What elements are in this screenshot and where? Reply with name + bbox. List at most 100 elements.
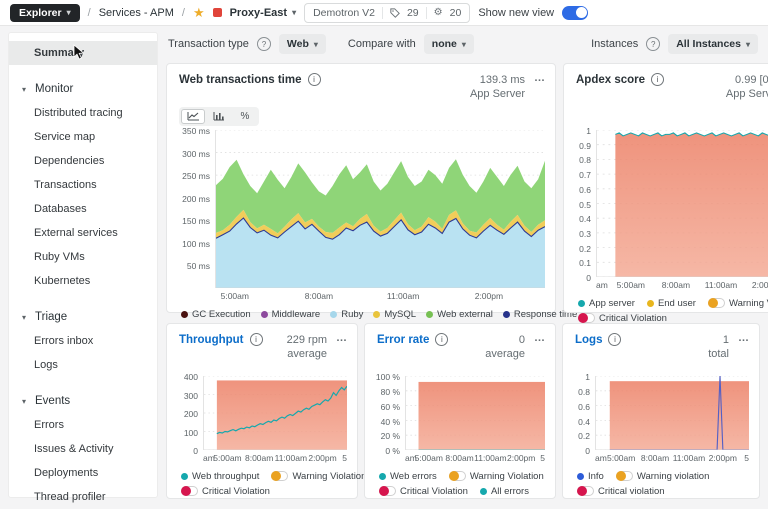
transaction-type-dropdown[interactable]: Web ▾ bbox=[279, 34, 326, 54]
sidebar-item-distributed-tracing[interactable]: Distributed tracing bbox=[9, 101, 157, 125]
legend-item[interactable]: Warning Violation bbox=[449, 471, 544, 482]
legend-item[interactable]: Warning violation bbox=[616, 471, 710, 482]
sidebar-item-ruby-vms[interactable]: Ruby VMs bbox=[9, 245, 157, 269]
help-icon[interactable]: ? bbox=[257, 37, 271, 51]
legend-item[interactable]: Web throughput bbox=[181, 471, 259, 482]
sidebar-item-summary[interactable]: Summary bbox=[9, 41, 157, 65]
sidebar-section-triage[interactable]: ▾ Triage bbox=[9, 305, 157, 329]
summary-value: 229 rpm bbox=[287, 333, 327, 347]
entity-name-dropdown[interactable]: Proxy-East ▾ bbox=[230, 7, 297, 19]
panel-menu-button[interactable]: … bbox=[738, 333, 749, 344]
x-tick: 11:00am bbox=[673, 453, 705, 463]
help-icon[interactable]: ? bbox=[646, 37, 660, 51]
chart-legend: Info Warning violation Critical violatio… bbox=[563, 464, 759, 497]
panel-title-link[interactable]: Throughput i bbox=[179, 333, 263, 346]
series-color-dot bbox=[181, 473, 188, 480]
legend-item[interactable]: Ruby bbox=[330, 309, 363, 320]
sidebar: Summary ▾ Monitor Distributed tracing Se… bbox=[8, 32, 158, 498]
sidebar-item-transactions[interactable]: Transactions bbox=[9, 173, 157, 197]
show-new-view-label: Show new view bbox=[478, 7, 554, 19]
legend-item[interactable]: Web errors bbox=[379, 471, 437, 482]
info-icon[interactable]: i bbox=[608, 333, 621, 346]
panel-title-link[interactable]: Error rate i bbox=[377, 333, 448, 346]
show-new-view-toggle[interactable] bbox=[562, 6, 588, 20]
sidebar-section-events[interactable]: ▾ Events bbox=[9, 389, 157, 413]
breadcrumb-services-apm[interactable]: Services - APM bbox=[99, 7, 174, 19]
favorite-star-icon[interactable]: ★ bbox=[193, 6, 205, 19]
sidebar-item-databases[interactable]: Databases bbox=[9, 197, 157, 221]
chart-legend: GC Execution Middleware Ruby MySQL Web e… bbox=[167, 302, 555, 320]
panel-menu-button[interactable]: … bbox=[534, 333, 545, 344]
sidebar-item-external-services[interactable]: External services bbox=[9, 221, 157, 245]
info-icon[interactable]: i bbox=[651, 73, 664, 86]
y-tick: 200 ms bbox=[182, 194, 210, 204]
sidebar-item-deployments[interactable]: Deployments bbox=[9, 461, 157, 485]
sidebar-item-errors-inbox[interactable]: Errors inbox bbox=[9, 329, 157, 353]
legend-item[interactable]: Critical Violation bbox=[379, 486, 468, 497]
y-tick: 200 bbox=[184, 409, 198, 419]
percent-toggle-button[interactable]: % bbox=[233, 109, 257, 124]
x-tick: 5:00am bbox=[213, 453, 241, 463]
y-tick: 350 ms bbox=[182, 126, 210, 136]
legend-item[interactable]: Critical violation bbox=[577, 486, 665, 497]
info-icon[interactable]: i bbox=[308, 73, 321, 86]
sidebar-item-logs[interactable]: Logs bbox=[9, 353, 157, 377]
chevron-down-icon: ▾ bbox=[67, 8, 71, 17]
legend-item[interactable]: Info bbox=[577, 471, 604, 482]
x-tick: 5:00am bbox=[221, 291, 249, 301]
panel-title-link[interactable]: Logs i bbox=[575, 333, 621, 346]
explorer-menu-button[interactable]: Explorer ▾ bbox=[10, 4, 80, 22]
chart-legend: Web throughput Warning Violation Critica… bbox=[167, 464, 357, 497]
panel-menu-button[interactable]: … bbox=[534, 73, 545, 84]
x-tick: 5:00am bbox=[415, 453, 443, 463]
tag-icon bbox=[390, 8, 400, 18]
legend-item[interactable]: MySQL bbox=[373, 309, 416, 320]
panel-menu-button[interactable]: … bbox=[336, 333, 347, 344]
y-tick: 0.2 bbox=[579, 244, 591, 254]
account-badge[interactable]: Demotron V2 29 ⚙ 20 bbox=[304, 3, 470, 23]
sidebar-item-issues-activity[interactable]: Issues & Activity bbox=[9, 437, 157, 461]
instances-dropdown[interactable]: All Instances ▾ bbox=[668, 34, 758, 54]
panel-title-text: Web transactions time bbox=[179, 74, 302, 86]
y-tick: 0 bbox=[193, 446, 198, 456]
legend-item[interactable]: Critical Violation bbox=[181, 486, 270, 497]
instances-value: All Instances bbox=[676, 38, 741, 50]
panel-title: Web transactions time i bbox=[179, 73, 321, 86]
x-tick: 2:00pm bbox=[308, 453, 336, 463]
chart-type-switcher: % bbox=[179, 107, 259, 126]
x-tick: 11:00am bbox=[474, 453, 506, 463]
warning-violation-toggle-icon bbox=[271, 471, 288, 481]
legend-item[interactable]: Warning Violation bbox=[271, 471, 366, 482]
sidebar-section-monitor[interactable]: ▾ Monitor bbox=[9, 77, 157, 101]
legend-item[interactable]: GC Execution bbox=[181, 309, 251, 320]
sidebar-item-errors[interactable]: Errors bbox=[9, 413, 157, 437]
critical-violation-toggle-icon bbox=[577, 486, 594, 496]
panel-title: Apdex score i bbox=[576, 73, 664, 86]
line-chart-toggle-button[interactable] bbox=[181, 109, 205, 124]
sidebar-item-service-map[interactable]: Service map bbox=[9, 125, 157, 149]
legend-item[interactable]: Middleware bbox=[261, 309, 321, 320]
compare-with-dropdown[interactable]: none ▾ bbox=[424, 34, 474, 54]
legend-item[interactable]: End user bbox=[647, 298, 696, 309]
summary-value: 0.99 [0.5] bbox=[726, 73, 768, 87]
y-tick: 100 bbox=[184, 428, 198, 438]
bar-chart-toggle-button[interactable] bbox=[207, 109, 231, 124]
y-tick: 0.4 bbox=[579, 214, 591, 224]
x-tick: 8:00am bbox=[245, 453, 273, 463]
sidebar-item-thread-profiler[interactable]: Thread profiler bbox=[9, 485, 157, 509]
y-tick: 0.5 bbox=[579, 200, 591, 210]
legend-item[interactable]: App server bbox=[578, 298, 635, 309]
sidebar-item-kubernetes[interactable]: Kubernetes bbox=[9, 269, 157, 293]
panel-title-text: Error rate bbox=[377, 334, 429, 346]
critical-violation-toggle-icon bbox=[578, 313, 595, 323]
y-tick: 300 ms bbox=[182, 149, 210, 159]
entity-name: Proxy-East bbox=[230, 7, 287, 19]
x-tick: 8:00am bbox=[305, 291, 333, 301]
sidebar-item-dependencies[interactable]: Dependencies bbox=[9, 149, 157, 173]
legend-item[interactable]: Warning Violation bbox=[708, 298, 768, 309]
info-icon[interactable]: i bbox=[435, 333, 448, 346]
legend-item[interactable]: Web external bbox=[426, 309, 493, 320]
legend-item[interactable]: All errors bbox=[480, 486, 529, 497]
info-icon[interactable]: i bbox=[250, 333, 263, 346]
legend-item[interactable]: Critical Violation bbox=[578, 313, 667, 324]
